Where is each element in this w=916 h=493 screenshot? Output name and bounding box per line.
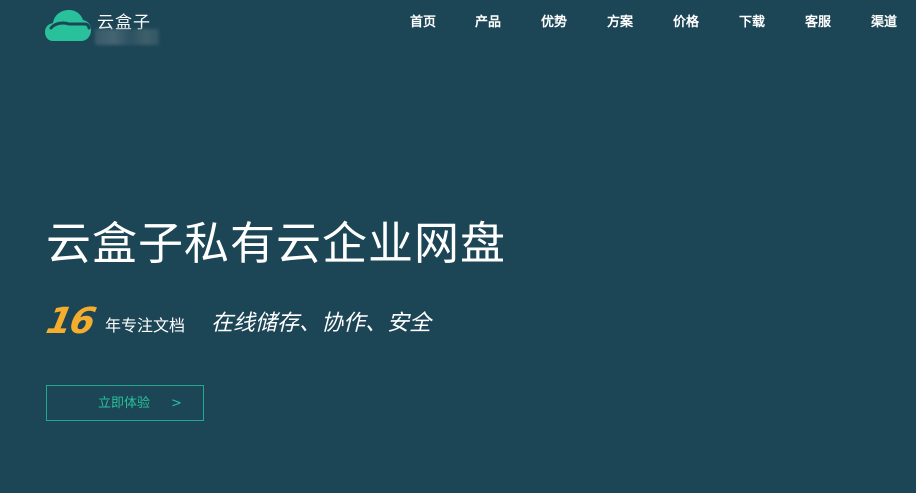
nav-item-solutions[interactable]: 方案 [607, 14, 633, 32]
try-now-label: 立即体验 [98, 396, 151, 411]
chevron-right-icon: > [171, 396, 182, 411]
years-number: 16 [42, 301, 98, 342]
main-nav: 首页 产品 优势 方案 价格 下载 客服 渠道 [0, 14, 916, 32]
hero-title: 云盒子私有云企业网盘 [46, 217, 507, 270]
nav-item-advantages[interactable]: 优势 [541, 14, 567, 32]
nav-item-support[interactable]: 客服 [805, 14, 831, 32]
nav-item-pricing[interactable]: 价格 [673, 14, 699, 32]
header: 云盒子 首页 产品 优势 方案 价格 下载 客服 渠道 [0, 0, 916, 46]
nav-item-channels[interactable]: 渠道 [871, 14, 897, 32]
nav-item-products[interactable]: 产品 [475, 14, 501, 32]
nav-item-download[interactable]: 下载 [739, 14, 765, 32]
nav-item-home[interactable]: 首页 [410, 14, 436, 32]
try-now-button[interactable]: 立即体验 > [46, 385, 204, 421]
years-text: 年专注文档 [105, 316, 186, 335]
hero-slogan: 在线储存、协作、安全 [211, 311, 432, 336]
